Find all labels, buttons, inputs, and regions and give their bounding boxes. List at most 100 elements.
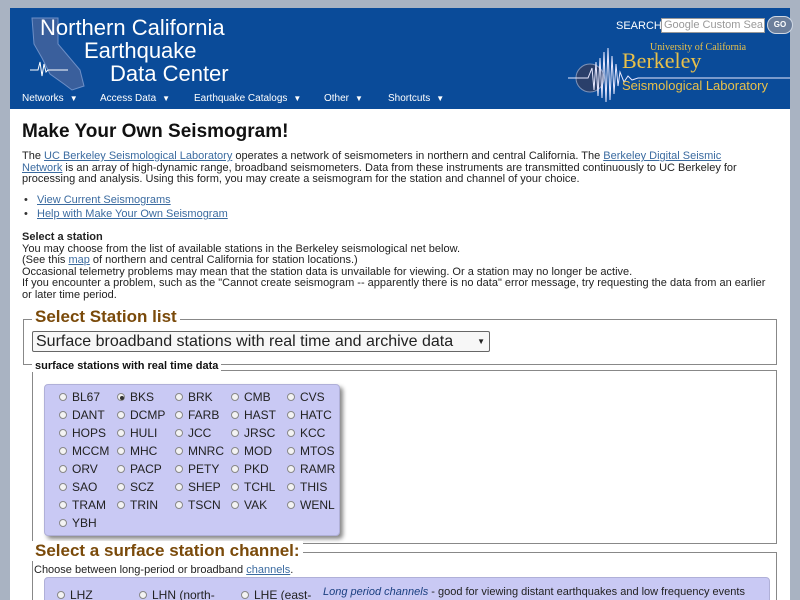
radio-icon[interactable] bbox=[175, 410, 183, 419]
radio-icon[interactable] bbox=[59, 410, 67, 419]
radio-icon[interactable] bbox=[287, 410, 295, 419]
radio-icon[interactable] bbox=[175, 482, 183, 491]
radio-icon[interactable] bbox=[231, 446, 239, 455]
station-option[interactable]: TRAM bbox=[59, 498, 106, 512]
nav-access-data[interactable]: Access Data ▼ bbox=[100, 90, 170, 108]
radio-icon[interactable] bbox=[117, 446, 125, 455]
radio-icon[interactable] bbox=[287, 446, 295, 455]
station-option[interactable]: PACP bbox=[117, 462, 162, 476]
go-button[interactable]: GO bbox=[767, 16, 793, 34]
site-title[interactable]: Northern California Earthquake Data Cent… bbox=[40, 16, 229, 85]
station-option[interactable]: BRK bbox=[175, 390, 213, 404]
station-option[interactable]: HULI bbox=[117, 426, 157, 440]
radio-icon[interactable] bbox=[287, 500, 295, 509]
radio-icon[interactable] bbox=[231, 500, 239, 509]
station-option[interactable]: SHEP bbox=[175, 480, 221, 494]
channel-option[interactable]: LHE (east- bbox=[241, 588, 311, 600]
radio-icon[interactable] bbox=[117, 464, 125, 473]
station-option[interactable]: JCC bbox=[175, 426, 211, 440]
help-link[interactable]: Help with Make Your Own Seismogram bbox=[37, 208, 228, 220]
channel-option[interactable]: LHN (north- bbox=[139, 588, 215, 600]
radio-icon[interactable] bbox=[59, 500, 67, 509]
station-option[interactable]: MNRC bbox=[175, 444, 224, 458]
radio-icon[interactable] bbox=[287, 392, 295, 401]
radio-icon[interactable] bbox=[139, 590, 147, 599]
channels-link[interactable]: channels bbox=[246, 564, 290, 576]
radio-icon[interactable] bbox=[57, 590, 65, 599]
station-option[interactable]: SCZ bbox=[117, 480, 154, 494]
station-option[interactable]: WENL bbox=[287, 498, 335, 512]
radio-icon[interactable] bbox=[241, 590, 249, 599]
station-option[interactable]: BL67 bbox=[59, 390, 100, 404]
station-label: MOD bbox=[244, 444, 272, 458]
station-option[interactable]: ORV bbox=[59, 462, 98, 476]
station-option[interactable]: SAO bbox=[59, 480, 97, 494]
radio-icon[interactable] bbox=[175, 392, 183, 401]
channel-label: LHN (north- bbox=[152, 588, 215, 600]
nav-earthquake-catalogs[interactable]: Earthquake Catalogs ▼ bbox=[194, 90, 301, 108]
selected-value: Surface broadband stations with real tim… bbox=[36, 333, 454, 350]
station-option[interactable]: FARB bbox=[175, 408, 219, 422]
seismo-lab-link[interactable]: UC Berkeley Seismological Laboratory bbox=[44, 150, 232, 162]
station-option[interactable]: TRIN bbox=[117, 498, 158, 512]
station-option[interactable]: HOPS bbox=[59, 426, 106, 440]
station-option[interactable]: MHC bbox=[117, 444, 157, 458]
radio-icon[interactable] bbox=[59, 464, 67, 473]
station-label: FARB bbox=[188, 408, 220, 422]
station-list-select[interactable]: Surface broadband stations with real tim… bbox=[32, 331, 490, 352]
nav-shortcuts[interactable]: Shortcuts ▼ bbox=[388, 90, 444, 108]
radio-icon[interactable] bbox=[117, 410, 125, 419]
station-option[interactable]: THIS bbox=[287, 480, 327, 494]
station-option[interactable]: DANT bbox=[59, 408, 105, 422]
station-option[interactable]: TSCN bbox=[175, 498, 221, 512]
radio-icon[interactable] bbox=[175, 464, 183, 473]
station-option[interactable]: CVS bbox=[287, 390, 325, 404]
radio-icon[interactable] bbox=[117, 392, 125, 401]
radio-icon[interactable] bbox=[287, 464, 295, 473]
station-option[interactable]: HATC bbox=[287, 408, 332, 422]
info-text: of northern and central California for s… bbox=[89, 254, 358, 266]
station-option[interactable]: JRSC bbox=[231, 426, 275, 440]
station-option[interactable]: MCCM bbox=[59, 444, 109, 458]
radio-icon[interactable] bbox=[59, 518, 67, 527]
radio-icon[interactable] bbox=[117, 500, 125, 509]
nav-other[interactable]: Other ▼ bbox=[324, 90, 363, 108]
radio-icon[interactable] bbox=[117, 428, 125, 437]
station-option[interactable]: VAK bbox=[231, 498, 267, 512]
map-link[interactable]: map bbox=[68, 254, 89, 266]
radio-icon[interactable] bbox=[59, 428, 67, 437]
radio-icon[interactable] bbox=[231, 428, 239, 437]
station-option[interactable]: BKS bbox=[117, 390, 154, 404]
station-option[interactable]: MOD bbox=[231, 444, 272, 458]
station-option[interactable]: HAST bbox=[231, 408, 276, 422]
station-option[interactable]: MTOS bbox=[287, 444, 334, 458]
radio-icon[interactable] bbox=[59, 392, 67, 401]
station-option[interactable]: KCC bbox=[287, 426, 325, 440]
station-option[interactable]: RAMR bbox=[287, 462, 335, 476]
channel-option[interactable]: LHZ bbox=[57, 588, 93, 600]
radio-icon[interactable] bbox=[231, 464, 239, 473]
radio-icon[interactable] bbox=[231, 482, 239, 491]
radio-icon[interactable] bbox=[175, 428, 183, 437]
station-option[interactable]: YBH bbox=[59, 516, 97, 530]
radio-icon[interactable] bbox=[175, 500, 183, 509]
radio-icon[interactable] bbox=[287, 482, 295, 491]
station-label: YBH bbox=[72, 516, 97, 530]
radio-icon[interactable] bbox=[59, 482, 67, 491]
nav-networks[interactable]: Networks ▼ bbox=[22, 90, 78, 108]
station-option[interactable]: PETY bbox=[175, 462, 219, 476]
radio-icon[interactable] bbox=[231, 410, 239, 419]
station-option[interactable]: CMB bbox=[231, 390, 271, 404]
radio-icon[interactable] bbox=[59, 446, 67, 455]
radio-icon[interactable] bbox=[117, 482, 125, 491]
view-current-seismograms-link[interactable]: View Current Seismograms bbox=[37, 194, 171, 206]
station-option[interactable]: TCHL bbox=[231, 480, 275, 494]
radio-icon[interactable] bbox=[287, 428, 295, 437]
radio-icon[interactable] bbox=[231, 392, 239, 401]
search-input[interactable]: Google Custom Sea bbox=[661, 18, 765, 33]
radio-icon[interactable] bbox=[175, 446, 183, 455]
station-option[interactable]: PKD bbox=[231, 462, 269, 476]
station-option[interactable]: DCMP bbox=[117, 408, 165, 422]
list-item: Help with Make Your Own Seismogram bbox=[22, 207, 228, 221]
station-label: HATC bbox=[300, 408, 332, 422]
